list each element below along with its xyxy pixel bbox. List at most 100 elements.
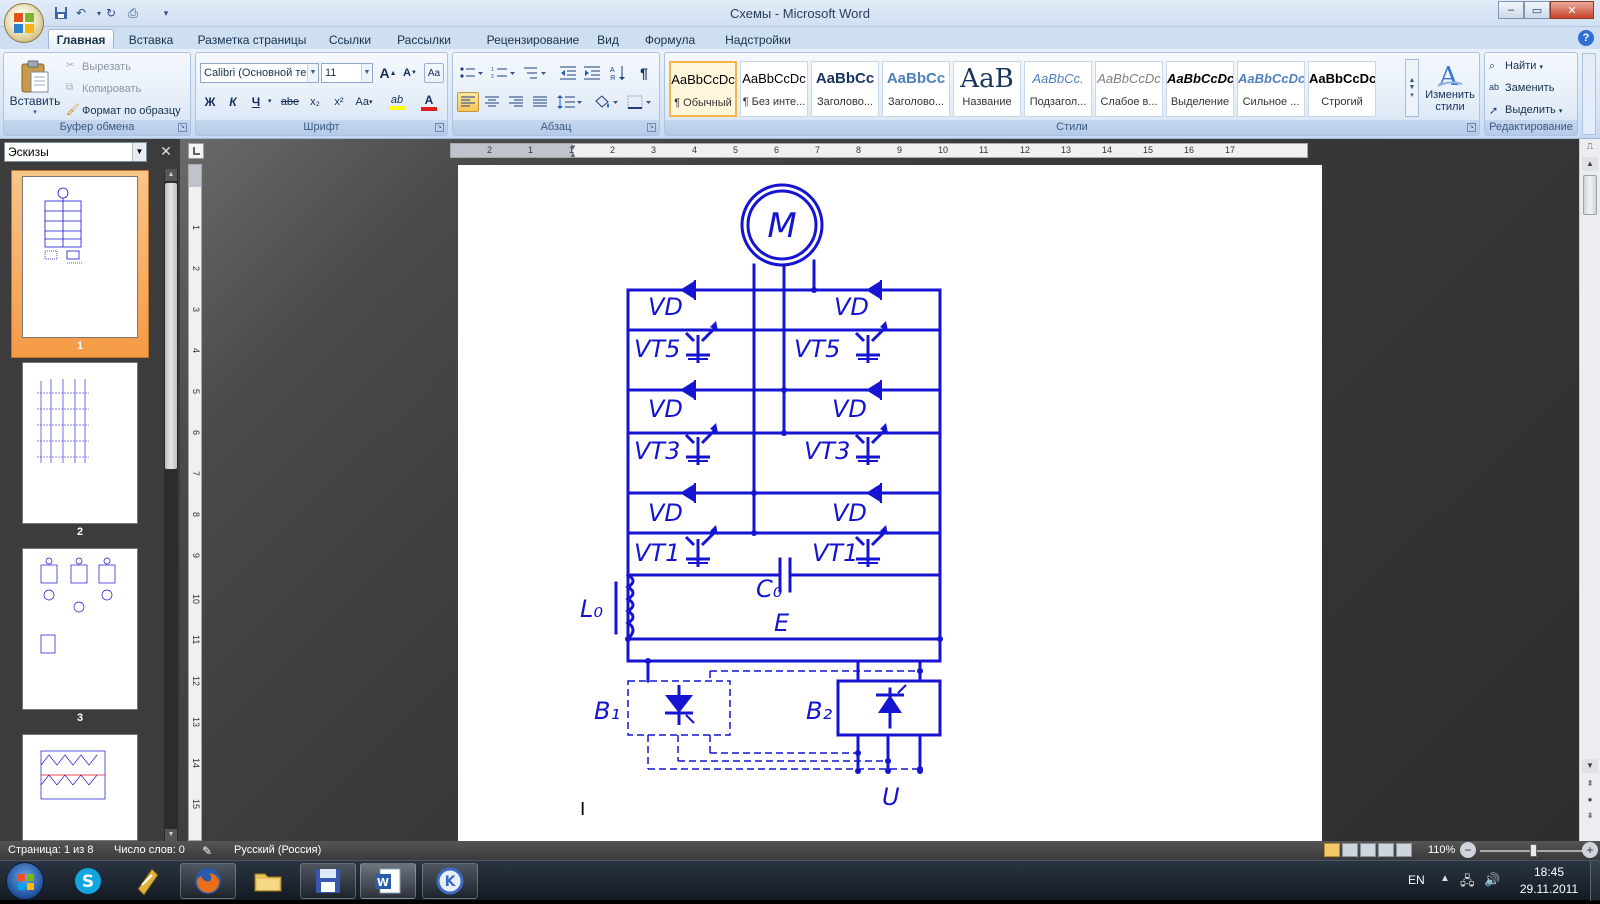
change-case-button[interactable]: Aa ▾ <box>352 92 376 112</box>
tab-insert[interactable]: Вставка <box>120 31 182 49</box>
grow-font-button[interactable]: A ▲ <box>378 63 398 83</box>
style-item[interactable]: AaBbCcDc ¶ Обычный <box>669 61 737 117</box>
tab-addins[interactable]: Надстройки <box>716 31 800 49</box>
borders-button[interactable] <box>625 92 655 112</box>
save-app-taskbar-button[interactable] <box>300 863 356 899</box>
indent-marker-icon[interactable]: ▾ ▴ <box>568 144 578 157</box>
status-words[interactable]: Число слов: 0 <box>114 844 185 856</box>
cut-button[interactable]: Вырезать <box>82 61 131 73</box>
chevron-up-icon[interactable]: ▲ <box>1409 77 1416 84</box>
subscript-button[interactable]: x₂ <box>304 92 326 112</box>
ribbon-scroll[interactable] <box>1582 53 1596 135</box>
office-button[interactable] <box>4 3 44 43</box>
font-name-combo[interactable]: Calibri (Основной те ▼ <box>200 63 319 83</box>
clear-formatting-button[interactable]: Aa <box>424 63 444 83</box>
show-formatting-button[interactable]: ¶ <box>633 63 655 83</box>
ruler-toggle-icon[interactable]: ⎍ <box>1583 141 1597 153</box>
web-layout-icon[interactable] <box>1360 843 1376 857</box>
clock-time[interactable]: 18:45 <box>1524 865 1574 879</box>
kompas-taskbar-button[interactable]: K <box>422 863 478 899</box>
bullets-button[interactable] <box>457 63 485 83</box>
chevron-up-icon[interactable]: ▲ <box>1582 157 1598 171</box>
sort-button[interactable]: AЯ <box>607 63 629 83</box>
next-page-icon[interactable]: ⇟ <box>1582 811 1598 825</box>
align-right-button[interactable] <box>505 92 527 112</box>
style-item[interactable]: AaBbCcDc Сильное ... <box>1237 61 1305 117</box>
strikethrough-button[interactable]: abe <box>278 92 302 112</box>
help-icon[interactable]: ? <box>1578 30 1594 46</box>
skype-taskbar-button[interactable]: S <box>60 863 116 899</box>
select-button[interactable]: Выделить ▾ <box>1505 104 1562 116</box>
vertical-ruler[interactable]: 1 2 3 4 5 6 7 8 9 10 11 12 13 14 15 <box>188 164 202 841</box>
underline-button[interactable]: Ч <box>246 92 266 112</box>
close-button[interactable]: ✕ <box>1550 1 1594 19</box>
tab-view[interactable]: Вид <box>594 31 622 49</box>
document-scrollbar[interactable]: ⎍ ▲ ▼ ⇞ ● ⇟ <box>1579 139 1600 841</box>
page-thumbnail-4[interactable] <box>22 734 138 841</box>
page-thumbnail-1[interactable] <box>22 176 138 338</box>
tab-review[interactable]: Рецензирование <box>472 31 594 49</box>
replace-button[interactable]: Заменить <box>1505 82 1554 94</box>
firefox-taskbar-button[interactable] <box>180 863 236 899</box>
show-desktop-button[interactable] <box>1590 861 1600 901</box>
zoom-out-icon[interactable]: − <box>1460 842 1476 858</box>
scroll-thumb[interactable] <box>1583 175 1597 215</box>
start-button[interactable] <box>6 862 44 900</box>
minimize-button[interactable]: – <box>1498 1 1524 19</box>
styles-scroll[interactable]: ▲ ▼ ▾ <box>1405 59 1419 117</box>
outline-icon[interactable] <box>1378 843 1394 857</box>
show-hidden-icons-icon[interactable]: ▲ <box>1440 873 1450 884</box>
close-icon[interactable]: ✕ <box>158 143 174 159</box>
paragraph-dialog-launcher-icon[interactable]: ↘ <box>647 123 656 132</box>
tab-mailings[interactable]: Рассылки <box>388 31 460 49</box>
scroll-thumb[interactable] <box>165 183 177 469</box>
line-spacing-button[interactable] <box>555 92 585 112</box>
style-item[interactable]: AaBbCcDc Выделение <box>1166 61 1234 117</box>
align-center-button[interactable] <box>481 92 503 112</box>
multilevel-list-button[interactable] <box>521 63 549 83</box>
status-language[interactable]: Русский (Россия) <box>234 844 321 856</box>
input-language[interactable]: EN <box>1408 873 1425 887</box>
bold-button[interactable]: Ж <box>200 92 220 112</box>
tab-page-layout[interactable]: Разметка страницы <box>190 31 314 49</box>
font-color-button[interactable]: A <box>416 92 442 112</box>
word-taskbar-button[interactable]: W <box>360 863 416 899</box>
document-page[interactable]: M VD VD VT5 VT5 VD VD VT3 VT3 VD VD VT1 … <box>458 165 1322 841</box>
thumbnails-scrollbar[interactable]: ▲ ▼ <box>164 169 178 841</box>
zoom-in-icon[interactable]: + <box>1582 842 1598 858</box>
style-item[interactable]: AaBbCc. Подзагол... <box>1024 61 1092 117</box>
chevron-down-icon[interactable]: ▼ <box>165 829 177 841</box>
superscript-button[interactable]: x² <box>328 92 350 112</box>
justify-button[interactable] <box>529 92 551 112</box>
copy-button[interactable]: Копировать <box>82 83 141 95</box>
chevron-down-icon[interactable]: ▾ <box>268 97 272 105</box>
clock-date[interactable]: 29.11.2011 <box>1512 882 1586 896</box>
styles-dialog-launcher-icon[interactable]: ↘ <box>1467 123 1476 132</box>
zoom-level[interactable]: 110% <box>1428 844 1455 856</box>
tab-references[interactable]: Ссылки <box>322 31 378 49</box>
full-screen-reading-icon[interactable] <box>1342 843 1358 857</box>
volume-icon[interactable]: 🔊 <box>1484 872 1500 888</box>
chevron-up-icon[interactable]: ▲ <box>165 169 177 181</box>
tab-home[interactable]: Главная <box>48 29 114 49</box>
align-left-button[interactable] <box>457 92 479 112</box>
explorer-taskbar-button[interactable] <box>240 863 296 899</box>
app-taskbar-button[interactable] <box>120 863 176 899</box>
style-item[interactable]: AaBbCcDc ¶ Без инте... <box>740 61 808 117</box>
highlight-button[interactable]: ab <box>382 92 412 112</box>
style-item[interactable]: AaBbCcDc Слабое в... <box>1095 61 1163 117</box>
numbering-button[interactable]: 12 <box>489 63 517 83</box>
status-page[interactable]: Страница: 1 из 8 <box>8 844 94 856</box>
horizontal-ruler[interactable]: 2 1 1 2 3 4 5 6 7 8 9 10 11 12 13 14 15 16 17 ▾ ▴ <box>450 143 1308 158</box>
clipboard-dialog-launcher-icon[interactable]: ↘ <box>178 123 187 132</box>
network-icon[interactable]: 🖧 <box>1460 872 1475 894</box>
find-button[interactable]: Найти ▾ <box>1505 60 1543 72</box>
more-styles-icon[interactable]: ▾ <box>1410 91 1414 99</box>
shrink-font-button[interactable]: A ▼ <box>400 63 420 83</box>
pane-view-combo[interactable]: Эскизы ▼ <box>4 142 147 162</box>
italic-button[interactable]: К <box>223 92 243 112</box>
chevron-down-icon[interactable]: ▼ <box>1582 759 1598 773</box>
spelling-check-icon[interactable]: ✎ <box>202 844 212 858</box>
style-item[interactable]: AaB Название <box>953 61 1021 117</box>
font-size-combo[interactable]: 11 ▼ <box>321 63 373 83</box>
